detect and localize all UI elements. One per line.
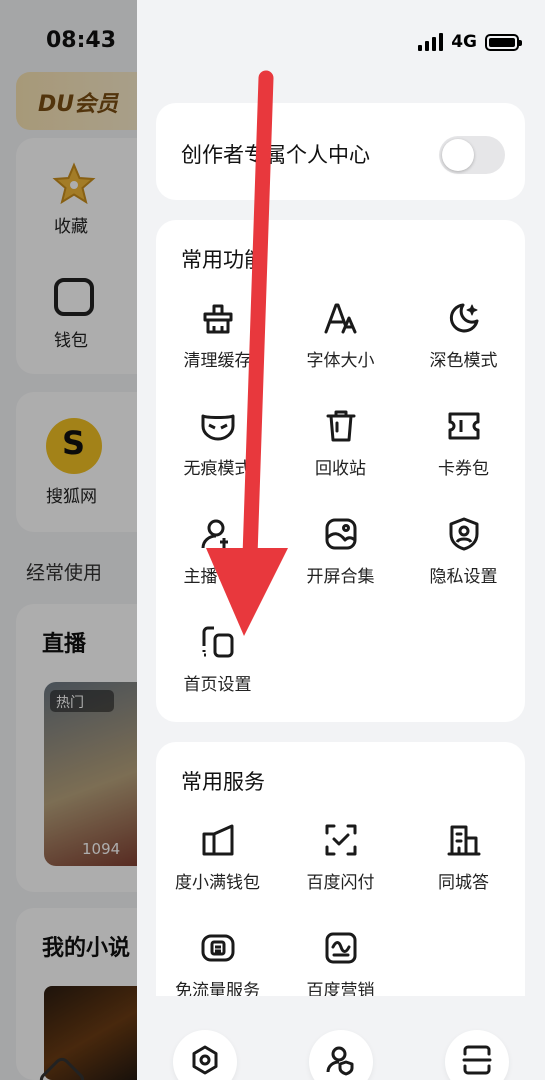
settings-drawer: 4G 创作者专属个人中心 常用功能 清理缓存 字体大小 深色模式 无痕模式 回收… <box>137 0 545 1080</box>
grid-item-recycle-bin[interactable]: 回收站 <box>279 408 402 479</box>
grid-item-label: 卡券包 <box>438 459 489 479</box>
grid-item-label: 字体大小 <box>306 351 375 371</box>
grid-item-baidu-flash-pay[interactable]: 百度闪付 <box>279 822 402 893</box>
grid-item-label: 隐私设置 <box>429 567 498 587</box>
broom-icon <box>203 304 232 334</box>
grid-item-label: 百度闪付 <box>306 873 375 893</box>
grid-item-label: 主播中心 <box>183 567 252 587</box>
marketing-icon <box>325 932 356 964</box>
grid-item-label: 清理缓存 <box>183 351 252 371</box>
common-functions-title: 常用功能 <box>181 248 265 272</box>
grid-item-duxiaoman-wallet[interactable]: 度小满钱包 <box>156 822 279 893</box>
mask-icon <box>201 414 234 441</box>
common-services-title: 常用服务 <box>181 770 265 794</box>
grid-item-homepage-settings[interactable]: 首页设置 <box>156 624 279 695</box>
privacy-shield-icon <box>449 517 478 551</box>
grid-item-local-qa[interactable]: 同城答 <box>402 822 525 893</box>
creator-center-card: 创作者专属个人中心 <box>156 103 525 200</box>
ticket-icon <box>448 412 479 440</box>
grid-item-incognito[interactable]: 无痕模式 <box>156 408 279 479</box>
grid-item-font-size[interactable]: 字体大小 <box>279 300 402 371</box>
grid-item-splash-collection[interactable]: 开屏合集 <box>279 516 402 587</box>
creator-center-label: 创作者专属个人中心 <box>181 143 370 167</box>
grid-item-privacy-settings[interactable]: 隐私设置 <box>402 516 525 587</box>
account-security-icon <box>326 1046 354 1076</box>
grid-item-label: 无痕模式 <box>183 459 252 479</box>
grid-item-anchor-center[interactable]: 主播中心 <box>156 516 279 587</box>
status-icons: 4G <box>418 32 522 52</box>
homepage-settings-icon <box>202 626 233 658</box>
data-free-icon <box>201 934 234 962</box>
grid-item-dark-mode[interactable]: 深色模式 <box>402 300 525 371</box>
grid-item-label: 同城答 <box>438 873 489 893</box>
trash-icon <box>326 410 355 442</box>
wallet-book-icon <box>202 824 233 856</box>
grid-item-label: 开屏合集 <box>306 567 375 587</box>
grid-item-data-free-service[interactable]: 免流量服务 <box>156 930 279 1001</box>
scan-pay-icon <box>325 824 356 856</box>
common-functions-card: 常用功能 清理缓存 字体大小 深色模式 无痕模式 回收站 卡券包 主播中心 开屏… <box>156 220 525 722</box>
settings-icon <box>192 1045 218 1075</box>
image-icon <box>325 518 356 550</box>
battery-icon <box>485 33 522 51</box>
scan-icon <box>462 1045 492 1075</box>
toggle-knob <box>442 139 474 171</box>
font-size-icon <box>324 303 356 334</box>
building-icon <box>447 825 480 856</box>
grid-item-clear-cache[interactable]: 清理缓存 <box>156 300 279 371</box>
grid-item-coupons[interactable]: 卡券包 <box>402 408 525 479</box>
grid-item-label: 度小满钱包 <box>175 873 260 893</box>
grid-item-baidu-marketing[interactable]: 百度营销 <box>279 930 402 1001</box>
grid-item-label: 深色模式 <box>429 351 498 371</box>
moon-icon <box>449 303 478 333</box>
grid-item-label: 回收站 <box>315 459 366 479</box>
signal-icon <box>418 33 444 51</box>
grid-item-label: 首页设置 <box>183 675 252 695</box>
creator-center-toggle[interactable] <box>439 136 505 174</box>
anchor-icon <box>201 519 228 549</box>
network-type: 4G <box>451 32 477 52</box>
drawer-overlay-scrim[interactable] <box>0 0 137 1080</box>
